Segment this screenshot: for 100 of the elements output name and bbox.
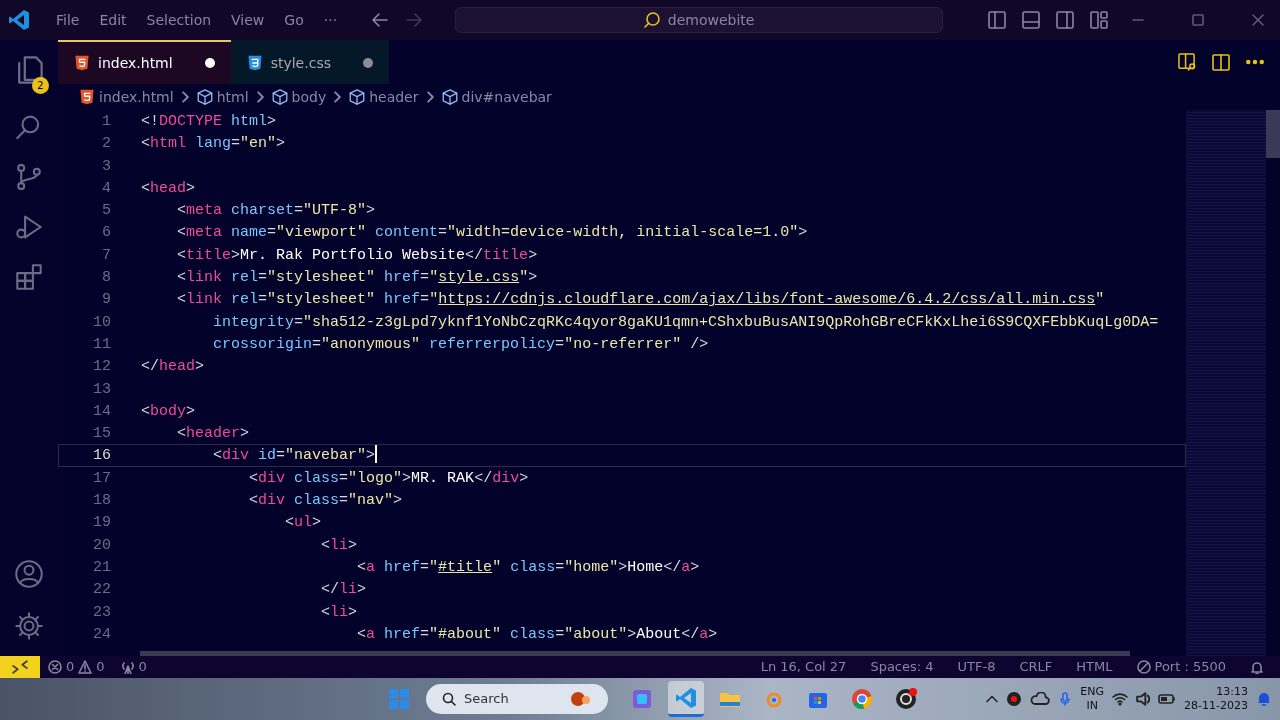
menu-item[interactable]: Go xyxy=(274,9,314,31)
search-icon[interactable] xyxy=(16,113,42,140)
vscode-logo-icon[interactable] xyxy=(668,681,704,717)
line-number: 10 xyxy=(92,312,111,332)
settings-icon[interactable] xyxy=(15,612,43,640)
line-number: 14 xyxy=(92,401,111,422)
line-number: 18 xyxy=(92,491,111,511)
line-number: 4 xyxy=(101,178,111,199)
chevron-icon xyxy=(256,91,264,103)
extensions-icon[interactable] xyxy=(16,263,42,290)
error-icon xyxy=(48,660,62,674)
split-layout-icon[interactable] xyxy=(1056,11,1074,29)
menu-item[interactable]: ··· xyxy=(313,9,348,31)
account-icon[interactable] xyxy=(15,560,43,588)
port-count[interactable]: 0 xyxy=(138,657,147,677)
battery-icon[interactable] xyxy=(1158,693,1177,705)
status-item[interactable]: Ln 16, Col 27 xyxy=(760,657,847,677)
breadcrumb-item[interactable]: div#navebar xyxy=(461,86,552,108)
code-line: <div id="navebar"> xyxy=(212,446,376,466)
clock-date[interactable]: 28-11-2023 xyxy=(1184,699,1248,713)
search-icon xyxy=(442,692,456,706)
status-item[interactable]: UTF-8 xyxy=(957,657,996,677)
breadcrumb-item[interactable]: index.html xyxy=(99,86,174,108)
code-line: crossorigin="anonymous" referrerpolicy="no-referrer" /> xyxy=(212,334,709,355)
text-cursor xyxy=(375,445,378,464)
line-number: 2 xyxy=(101,134,111,154)
code-line: </li> xyxy=(320,580,367,600)
line-number: 3 xyxy=(101,156,111,176)
line-number: 19 xyxy=(92,513,111,533)
line-number: 20 xyxy=(92,535,111,555)
close-icon[interactable] xyxy=(1252,14,1264,26)
language-indicator[interactable]: ENG xyxy=(1080,685,1105,699)
source-control-icon[interactable] xyxy=(16,163,42,190)
clock-time[interactable]: 13:13 xyxy=(1216,685,1248,699)
no-entry-icon xyxy=(1136,660,1151,674)
menu-item[interactable]: View xyxy=(221,9,275,31)
horizontal-scrollbar[interactable] xyxy=(140,651,1130,656)
line-number: 1 xyxy=(101,112,111,132)
chevron-up-icon[interactable] xyxy=(986,695,999,703)
remote-button[interactable] xyxy=(0,656,40,678)
sidebar-layout-icon[interactable] xyxy=(988,11,1006,29)
split-editor-icon[interactable] xyxy=(1212,53,1230,71)
breadcrumb-item[interactable]: body xyxy=(291,86,327,108)
error-count[interactable]: 0 xyxy=(66,657,75,677)
editor-tab[interactable]: style.css xyxy=(230,40,389,84)
record-circle-icon[interactable] xyxy=(1006,691,1023,707)
html-file-icon xyxy=(79,89,95,105)
antenna-icon xyxy=(120,660,135,674)
breadcrumb-item[interactable]: header xyxy=(369,86,419,108)
maximize-icon[interactable] xyxy=(1192,14,1204,26)
customize-layout-icon[interactable] xyxy=(1090,11,1108,29)
status-item[interactable]: CRLF xyxy=(1019,657,1053,677)
taskbar-search-field[interactable]: Search xyxy=(426,684,608,714)
status-item[interactable]: HTML xyxy=(1076,657,1113,677)
code-line: <a href="#about" class="about">About</a> xyxy=(356,624,718,645)
cube-icon xyxy=(349,89,366,105)
breadcrumb-item[interactable]: html xyxy=(216,86,249,108)
code-line: <link rel="stylesheet" href="style.css"> xyxy=(176,268,538,288)
speaker-icon[interactable] xyxy=(1136,692,1151,706)
status-item[interactable]: Spaces: 4 xyxy=(870,657,934,677)
line-number: 9 xyxy=(101,290,111,310)
language-indicator[interactable]: IN xyxy=(1080,699,1105,713)
code-line: <link rel="stylesheet" href="https://cdnjs.cloudflare.com/ajax/libs/font-awesome/6.4.2/css/all.min.css" xyxy=(176,290,1105,310)
back-arrow-icon[interactable] xyxy=(371,13,390,27)
line-number: 24 xyxy=(92,624,111,645)
scrollbar-thumb[interactable] xyxy=(1266,110,1280,158)
remote-icon xyxy=(12,659,28,675)
code-line: <head> xyxy=(141,178,196,199)
code-line: <div class="nav"> xyxy=(248,491,403,511)
line-number: 11 xyxy=(92,334,111,355)
run-debug-icon[interactable] xyxy=(16,213,42,240)
code-line: <header> xyxy=(176,424,250,444)
cloud-icon[interactable] xyxy=(1030,692,1051,706)
search-icon xyxy=(643,12,660,28)
vscode-logo-icon xyxy=(8,9,30,31)
menu-item[interactable]: File xyxy=(46,9,90,31)
microphone-icon[interactable] xyxy=(1058,692,1073,706)
cube-icon xyxy=(441,89,458,105)
menu-item[interactable]: Selection xyxy=(136,9,222,31)
warning-count[interactable]: 0 xyxy=(96,657,105,677)
live-server-port[interactable]: Port : 5500 xyxy=(1154,657,1226,677)
editor-tab[interactable]: index.html xyxy=(58,40,231,84)
menu-item[interactable]: Edit xyxy=(89,9,137,31)
more-actions-icon[interactable] xyxy=(1246,59,1264,65)
wifi-icon[interactable] xyxy=(1112,692,1129,706)
code-line: </head> xyxy=(141,357,205,377)
line-number: 7 xyxy=(101,245,111,266)
warning-icon xyxy=(78,660,93,674)
code-line: integrity="sha512-z3gLpd7yknf1YoNbCzqRKc4qyor8gaKU1qmn+CShxbuBusANI9QpRohGBreCFkKxLhei6S9CQXFEbbKuqLg0DA= xyxy=(212,312,1159,332)
windows-start-icon[interactable] xyxy=(388,688,410,710)
panel-layout-icon[interactable] xyxy=(1022,11,1040,29)
bell-icon[interactable] xyxy=(1250,660,1264,674)
command-center-field[interactable]: demowebite xyxy=(455,7,944,33)
bell-icon[interactable] xyxy=(1256,691,1272,707)
line-number: 16 xyxy=(92,446,111,466)
cube-icon xyxy=(196,89,213,105)
line-number: 12 xyxy=(92,357,111,377)
open-preview-icon[interactable] xyxy=(1178,53,1196,71)
code-line: <ul> xyxy=(284,513,322,533)
code-line: <li> xyxy=(320,535,358,555)
